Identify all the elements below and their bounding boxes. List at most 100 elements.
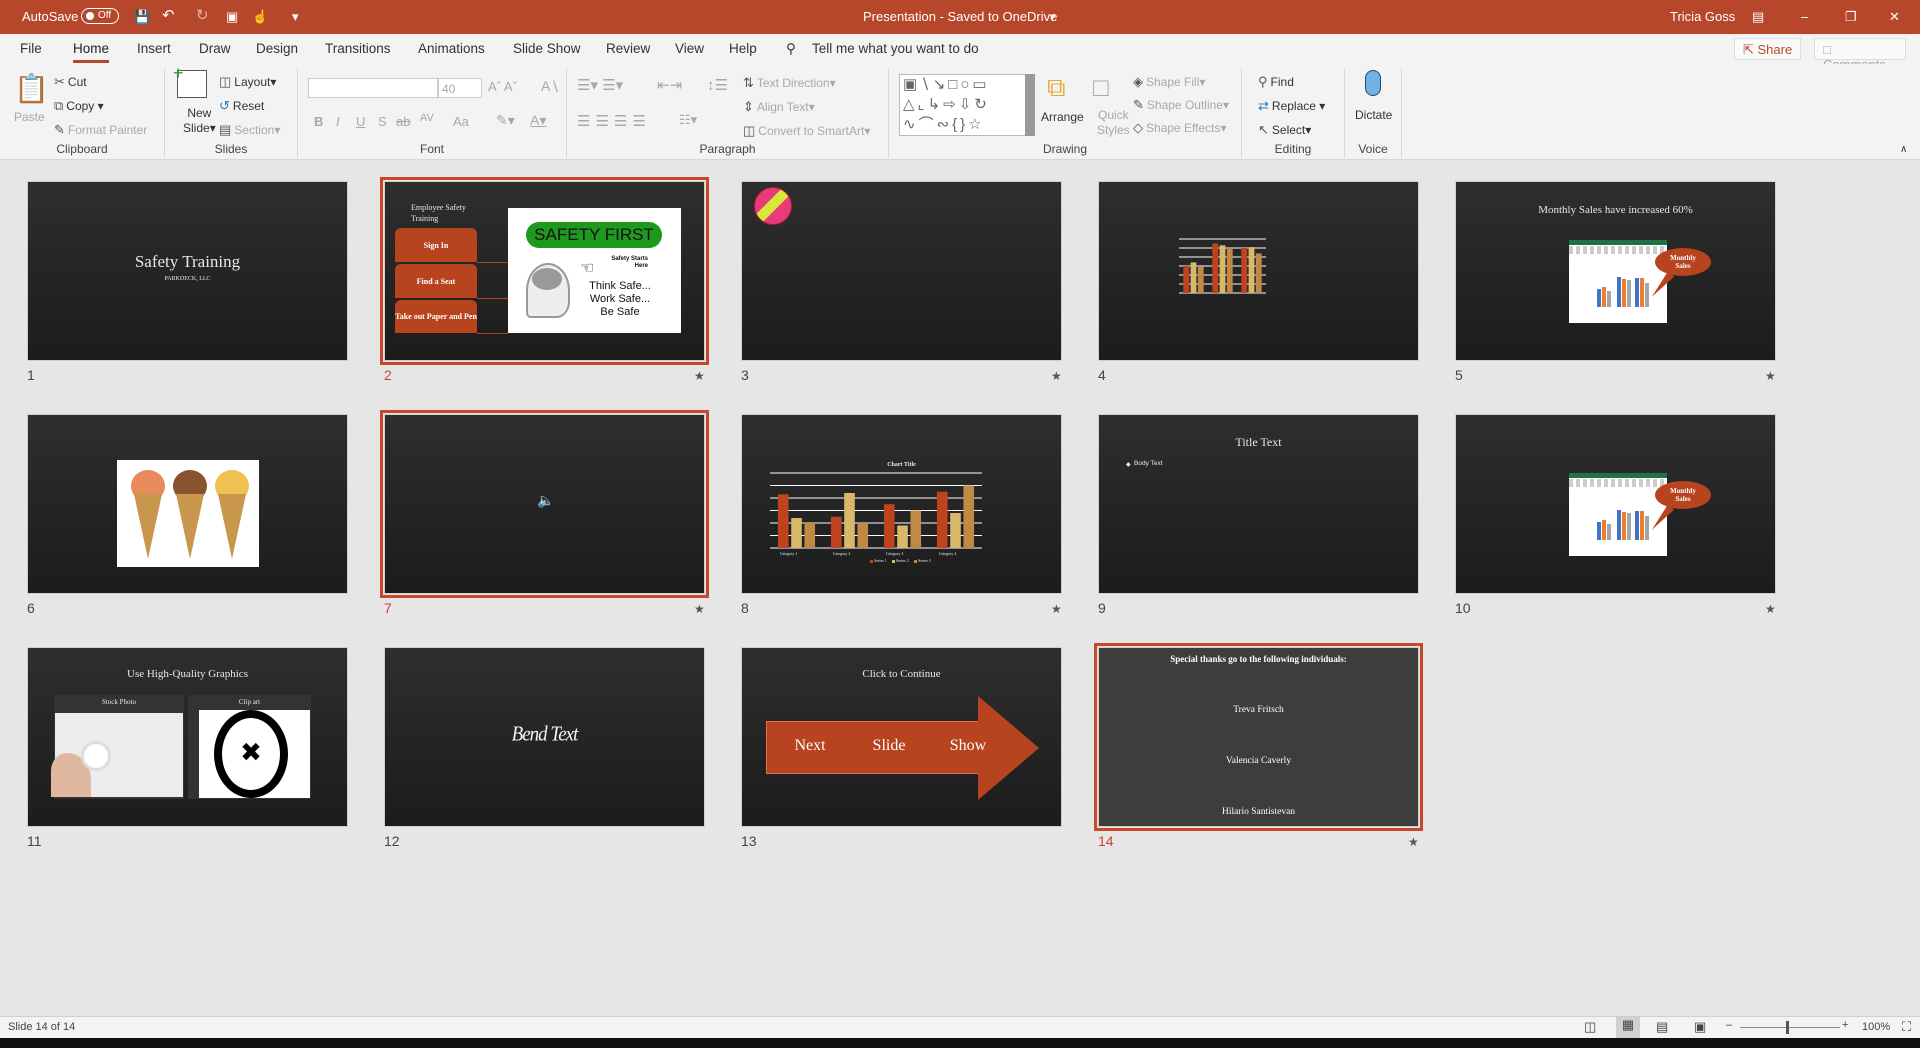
slide-thumbnail-10[interactable]: Monthly Sales [1455, 414, 1776, 594]
search-icon[interactable]: ⚲ [786, 41, 796, 57]
slide-sorter-view-icon[interactable]: ▦ [1616, 1017, 1640, 1038]
tab-draw[interactable]: Draw [199, 41, 231, 56]
customize-toolbar-icon[interactable]: ▾ [292, 9, 299, 25]
transition-star-icon[interactable]: ★ [1051, 602, 1062, 616]
slide-thumbnail-11[interactable]: Use High-Quality Graphics Stock Photo Clip… [27, 647, 348, 827]
quick-styles-button[interactable]: Quick Styles [1097, 108, 1130, 138]
font-name-input[interactable] [308, 78, 438, 98]
slide-thumbnail-12[interactable]: Bend Text [384, 647, 705, 827]
quick-styles-icon[interactable]: □ [1093, 72, 1109, 103]
microphone-icon[interactable] [1365, 70, 1381, 96]
dictate-button[interactable]: Dictate [1355, 108, 1392, 122]
transition-star-icon[interactable]: ★ [1408, 835, 1419, 849]
tab-transitions[interactable]: Transitions [325, 41, 391, 56]
tab-animations[interactable]: Animations [418, 41, 485, 56]
ribbon-display-icon[interactable]: ▤ [1752, 9, 1764, 25]
slide-thumbnail-13[interactable]: Click to Continue Next Slide Show [741, 647, 1062, 827]
change-case-button[interactable]: Aa [453, 114, 469, 129]
slide-thumbnail-14[interactable]: Special thanks go to the following indiv… [1094, 643, 1423, 831]
paste-icon[interactable]: 📋 [14, 72, 49, 105]
line-spacing-icon[interactable]: ↕☰ [707, 76, 728, 94]
collapse-ribbon-icon[interactable]: ∧ [1900, 144, 1907, 155]
text-direction-button[interactable]: ⇅ Text Direction▾ [743, 75, 836, 91]
copy-button[interactable]: ⧉ Copy ▾ [54, 98, 104, 114]
zoom-slider-thumb[interactable] [1786, 1021, 1789, 1034]
fit-to-window-icon[interactable]: ⛶ [1902, 1019, 1911, 1035]
font-color-icon[interactable]: A▾ [530, 112, 546, 129]
slide-thumbnail-2[interactable]: Employee Safety Training Sign In Find a Se… [380, 177, 709, 365]
slide-thumbnail-1[interactable]: Safety Training PARKDECK, LLC [27, 181, 348, 361]
touch-mode-icon[interactable]: ☝ [252, 9, 268, 25]
shadow-button[interactable]: S [378, 114, 387, 129]
speaker-icon[interactable]: 🔈 [537, 493, 554, 509]
bold-button[interactable]: B [314, 114, 323, 129]
grow-font-icon[interactable]: Aˆ Aˇ [488, 79, 517, 94]
highlight-icon[interactable]: ✎▾ [496, 112, 515, 129]
share-button[interactable]: ⇱ Share [1734, 38, 1802, 60]
zoom-in-icon[interactable]: + [1842, 1019, 1848, 1031]
transition-star-icon[interactable]: ★ [694, 369, 705, 383]
start-slideshow-icon[interactable]: ▣ [226, 9, 238, 25]
strikethrough-button[interactable]: ab [396, 114, 410, 129]
slide-thumbnail-6[interactable] [27, 414, 348, 594]
find-button[interactable]: ⚲ Find [1258, 74, 1294, 90]
shape-outline-button[interactable]: ✎ Shape Outline▾ [1133, 97, 1229, 113]
slide-thumbnail-8[interactable]: Chart Title Category 1 Category 2 Category … [741, 414, 1062, 594]
tab-design[interactable]: Design [256, 41, 298, 56]
transition-star-icon[interactable]: ★ [1051, 369, 1062, 383]
indent-icon[interactable]: ⇤⇥ [657, 76, 682, 94]
shapes-gallery[interactable]: ▣∖↘□○▭ △⌞↳⇨⇩↻ ∿⌒∾{}☆ [899, 74, 1034, 136]
format-painter-button[interactable]: ✎ Format Painter [54, 122, 147, 138]
tell-me-search[interactable]: Tell me what you want to do [812, 41, 979, 56]
slide-thumbnail-7[interactable]: 🔈 [380, 410, 709, 598]
paste-button[interactable]: Paste [14, 110, 45, 124]
columns-icon[interactable]: ☷▾ [679, 112, 697, 128]
underline-button[interactable]: U [356, 114, 365, 129]
chevron-down-icon[interactable]: ▼ [1048, 12, 1057, 22]
new-slide-button[interactable]: New Slide▾ [183, 106, 216, 136]
clear-formatting-icon[interactable]: A∖ [541, 78, 559, 95]
shape-fill-button[interactable]: ◈ Shape Fill▾ [1133, 74, 1205, 90]
save-icon[interactable]: 💾 [134, 9, 150, 25]
reading-view-icon[interactable]: ▤ [1656, 1019, 1668, 1035]
new-slide-icon[interactable]: + [173, 63, 207, 98]
arrange-button[interactable]: Arrange [1041, 110, 1084, 124]
autosave-toggle[interactable]: Off [81, 8, 119, 24]
bullets-icon[interactable]: ☰▾ ☰▾ [577, 76, 623, 94]
zoom-slider[interactable] [1740, 1027, 1840, 1028]
reset-button[interactable]: ↺ Reset [219, 98, 264, 114]
zoom-level[interactable]: 100% [1862, 1021, 1890, 1033]
tab-view[interactable]: View [675, 41, 704, 56]
close-icon[interactable]: ✕ [1889, 9, 1900, 25]
user-name[interactable]: Tricia Goss [1670, 9, 1735, 24]
tab-help[interactable]: Help [729, 41, 757, 56]
transition-star-icon[interactable]: ★ [694, 602, 705, 616]
arrange-icon[interactable]: ⧉ [1047, 72, 1066, 104]
align-icons[interactable]: ☰☰☰☰ [577, 112, 651, 130]
gallery-scroll[interactable] [1025, 74, 1035, 136]
slide-thumbnail-9[interactable]: Title Text ◆ Body Text [1098, 414, 1419, 594]
comments-button[interactable]: □ Comments [1814, 38, 1906, 72]
cut-button[interactable]: ✂ Cut [54, 74, 87, 90]
section-button[interactable]: ▤ Section▾ [219, 122, 280, 138]
replace-button[interactable]: ⇄ Replace ▾ [1258, 98, 1325, 114]
italic-button[interactable]: I [336, 114, 340, 129]
font-size-input[interactable]: 40 [438, 78, 482, 98]
tab-slide-show[interactable]: Slide Show [513, 41, 581, 56]
zoom-out-icon[interactable]: – [1726, 1019, 1732, 1031]
redo-icon[interactable]: ↻ [196, 6, 209, 24]
tab-review[interactable]: Review [606, 41, 650, 56]
layout-button[interactable]: ◫ Layout▾ [219, 74, 276, 90]
slide-thumbnail-5[interactable]: Monthly Sales have increased 60% Monthly … [1455, 181, 1776, 361]
tab-file[interactable]: File [20, 41, 42, 56]
transition-star-icon[interactable]: ★ [1765, 602, 1776, 616]
align-text-button[interactable]: ⇕ Align Text▾ [743, 99, 815, 115]
character-spacing-button[interactable]: AV [420, 112, 434, 124]
slideshow-view-icon[interactable]: ▣ [1694, 1019, 1706, 1035]
slide-thumbnail-3[interactable] [741, 181, 1062, 361]
smartart-button[interactable]: ◫ Convert to SmartArt▾ [743, 123, 870, 139]
transition-star-icon[interactable]: ★ [1765, 369, 1776, 383]
tab-insert[interactable]: Insert [137, 41, 171, 56]
select-button[interactable]: ↖ Select▾ [1258, 122, 1311, 138]
minimize-icon[interactable]: – [1801, 9, 1808, 24]
